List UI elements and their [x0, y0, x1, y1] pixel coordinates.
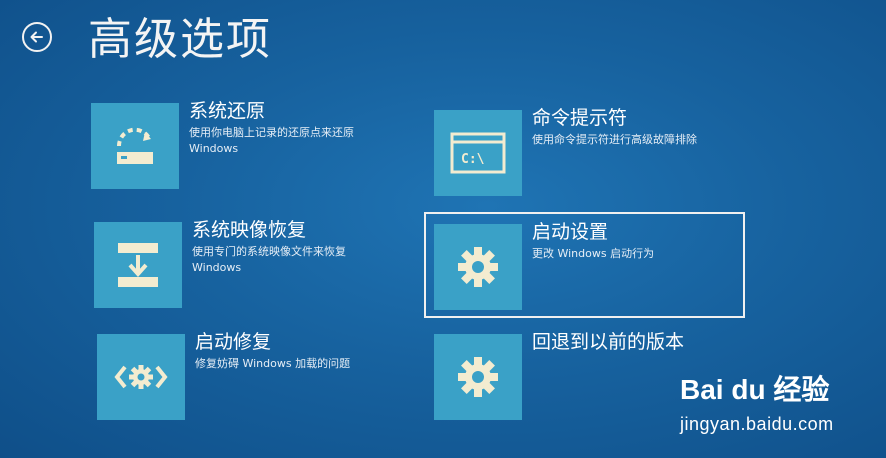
gear-icon: [458, 247, 498, 287]
back-button[interactable]: [22, 22, 52, 52]
page-title: 高级选项: [88, 14, 272, 65]
image-recovery-icon: [118, 243, 158, 287]
tile-title: 命令提示符: [532, 107, 628, 129]
tile-title: 系统还原: [189, 100, 266, 122]
baidu-watermark: Bai du 经验: [680, 374, 830, 405]
tile-title: 回退到以前的版本: [532, 331, 685, 353]
tile-system-restore[interactable]: 系统还原 使用你电脑上记录的还原点来还原 Windows: [91, 100, 389, 189]
tile-description: 使用命令提示符进行高级故障排除: [532, 133, 697, 146]
command-prompt-icon: C:\: [450, 132, 506, 174]
restore-icon: [116, 127, 153, 164]
svg-text:C:\: C:\: [461, 152, 485, 167]
gear-icon: [458, 357, 498, 397]
tile-title: 系统映像恢复: [192, 219, 307, 241]
tile-title: 启动设置: [532, 221, 609, 243]
tile-description: 使用专门的系统映像文件来恢复 Windows: [192, 245, 346, 274]
tile-startup-repair[interactable]: 启动修复 修复妨碍 Windows 加载的问题: [97, 331, 395, 420]
tile-command-prompt[interactable]: C:\ 命令提示符 使用命令提示符进行高级故障排除: [434, 107, 732, 196]
back-arrow-icon: [30, 31, 43, 43]
tile-description: 修复妨碍 Windows 加载的问题: [195, 357, 351, 370]
tile-title: 启动修复: [195, 331, 272, 353]
tile-description: 使用你电脑上记录的还原点来还原 Windows: [189, 126, 354, 155]
watermark-url: jingyan.baidu.com: [680, 414, 834, 434]
startup-repair-icon: [114, 365, 168, 389]
tile-startup-settings[interactable]: 启动设置 更改 Windows 启动行为: [434, 221, 732, 310]
tile-system-image-recovery[interactable]: 系统映像恢复 使用专门的系统映像文件来恢复 Windows: [94, 219, 392, 308]
tile-description: 更改 Windows 启动行为: [532, 247, 655, 260]
